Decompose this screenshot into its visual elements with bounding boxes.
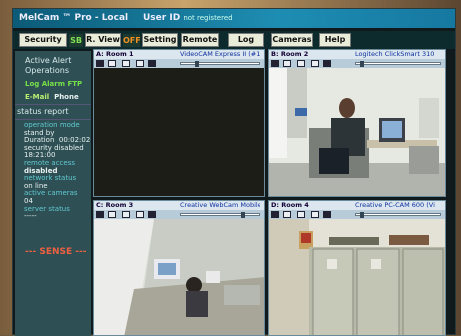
record-icon[interactable] xyxy=(122,211,130,218)
desk-scene-image xyxy=(94,219,264,335)
room-label: C: Room 3 xyxy=(96,201,134,209)
help-button[interactable]: Help xyxy=(319,33,351,47)
device-label: Creative PC-CAM 600 (Video) xyxy=(355,201,435,209)
record-icon[interactable] xyxy=(297,211,305,218)
ftp-toggle[interactable]: FTP xyxy=(67,80,82,88)
snapshot-icon[interactable] xyxy=(271,211,279,218)
desktop-background: MelCam ™ Pro - Local User ID not registe… xyxy=(0,0,461,336)
motion-icon[interactable] xyxy=(108,60,116,67)
user-id-label: User ID xyxy=(143,13,181,23)
cameras-button[interactable]: Cameras xyxy=(271,33,313,47)
play-icon[interactable] xyxy=(136,60,144,67)
email-toggle[interactable]: E-Mail xyxy=(25,93,49,101)
record-icon[interactable] xyxy=(122,60,130,67)
divider xyxy=(15,119,91,120)
slider-handle[interactable] xyxy=(360,61,364,67)
device-label: Creative WebCam Mobile (VFW) xyxy=(180,201,260,209)
motion-icon[interactable] xyxy=(283,211,291,218)
snapshot-icon[interactable] xyxy=(96,211,104,218)
room-label: A: Room 1 xyxy=(96,50,134,58)
slider-handle[interactable] xyxy=(195,61,199,67)
user-id: User ID not registered xyxy=(143,9,233,28)
motion-icon[interactable] xyxy=(108,211,116,218)
security-button[interactable]: Security xyxy=(19,33,67,47)
camera-view-office xyxy=(269,68,445,196)
sensitivity-slider[interactable] xyxy=(180,61,260,67)
play-icon[interactable] xyxy=(136,211,144,218)
camera-view-empty xyxy=(94,68,264,196)
motion-icon[interactable] xyxy=(283,60,291,67)
slider-handle[interactable] xyxy=(241,212,245,218)
setting-button[interactable]: Setting xyxy=(142,33,178,47)
camera-pane-a: A: Room 1 VideoCAM Express II (#1) xyxy=(93,49,265,197)
phone-toggle[interactable]: Phone xyxy=(54,93,79,101)
camera-header: D: Room 4 Creative PC-CAM 600 (Video) xyxy=(269,201,445,210)
sb-indicator: SB xyxy=(69,34,83,47)
alarm-toggle[interactable]: Alarm xyxy=(42,80,65,88)
sensitivity-slider[interactable] xyxy=(355,61,441,67)
server-status-value: ----- xyxy=(24,212,37,221)
sensitivity-slider[interactable] xyxy=(180,212,260,218)
toolbar: Security SB R. View OFF Setting Remote L… xyxy=(13,31,455,49)
camera-controls xyxy=(269,59,445,68)
camera-header: B: Room 2 Logitech ClickSmart 310 (#1) xyxy=(269,50,445,59)
camera-pane-d: D: Room 4 Creative PC-CAM 600 (Video) xyxy=(268,200,446,336)
play-icon[interactable] xyxy=(311,60,319,67)
snapshot-icon[interactable] xyxy=(271,60,279,67)
room-label: B: Room 2 xyxy=(271,50,309,58)
camera-controls xyxy=(94,210,264,219)
off-indicator: OFF xyxy=(123,34,141,47)
log-toggle[interactable]: Log xyxy=(25,80,39,88)
rview-button[interactable]: R. View xyxy=(85,33,121,47)
sense-indicator: --- SENSE --- xyxy=(25,247,87,257)
divider xyxy=(15,104,91,105)
alert-title-line2: Operations xyxy=(25,66,69,75)
alert-title-line1: Active Alert xyxy=(25,56,72,65)
camera-pane-b: B: Room 2 Logitech ClickSmart 310 (#1) xyxy=(268,49,446,197)
camera-controls xyxy=(269,210,445,219)
duration-value: 00:02:02 xyxy=(58,136,91,145)
remote-button[interactable]: Remote xyxy=(181,33,219,47)
device-label: Logitech ClickSmart 310 (#1) xyxy=(355,50,435,58)
office-scene-image xyxy=(269,68,445,196)
cabinet-scene-image xyxy=(269,219,445,335)
camera-view-cabinets xyxy=(269,219,445,335)
sensitivity-slider[interactable] xyxy=(355,212,441,218)
camera-pane-c: C: Room 3 Creative WebCam Mobile (VFW) xyxy=(93,200,265,336)
title-bar: MelCam ™ Pro - Local User ID not registe… xyxy=(13,9,455,28)
camera-view-desk xyxy=(94,219,264,335)
stop-icon[interactable] xyxy=(323,60,331,67)
camera-header: C: Room 3 Creative WebCam Mobile (VFW) xyxy=(94,201,264,210)
stop-icon[interactable] xyxy=(323,211,331,218)
camera-header: A: Room 1 VideoCAM Express II (#1) xyxy=(94,50,264,59)
record-icon[interactable] xyxy=(297,60,305,67)
melcam-window: MelCam ™ Pro - Local User ID not registe… xyxy=(12,8,456,336)
room-label: D: Room 4 xyxy=(271,201,309,209)
duration-label: Duration xyxy=(24,136,55,145)
user-id-value: not registered xyxy=(183,14,233,22)
play-icon[interactable] xyxy=(311,211,319,218)
camera-controls xyxy=(94,59,264,68)
left-panel: Active Alert Operations Log Alarm FTP E-… xyxy=(15,51,91,336)
stop-icon[interactable] xyxy=(148,60,156,67)
alert-row-2: E-Mail Phone xyxy=(15,92,91,102)
stop-icon[interactable] xyxy=(148,211,156,218)
snapshot-icon[interactable] xyxy=(96,60,104,67)
device-label: VideoCAM Express II (#1) xyxy=(180,50,260,58)
slider-handle[interactable] xyxy=(360,212,364,218)
app-title: MelCam ™ Pro - Local xyxy=(19,13,129,23)
status-title: status report xyxy=(17,107,69,116)
alert-row-1: Log Alarm FTP xyxy=(15,79,91,89)
log-button[interactable]: Log xyxy=(228,33,264,47)
